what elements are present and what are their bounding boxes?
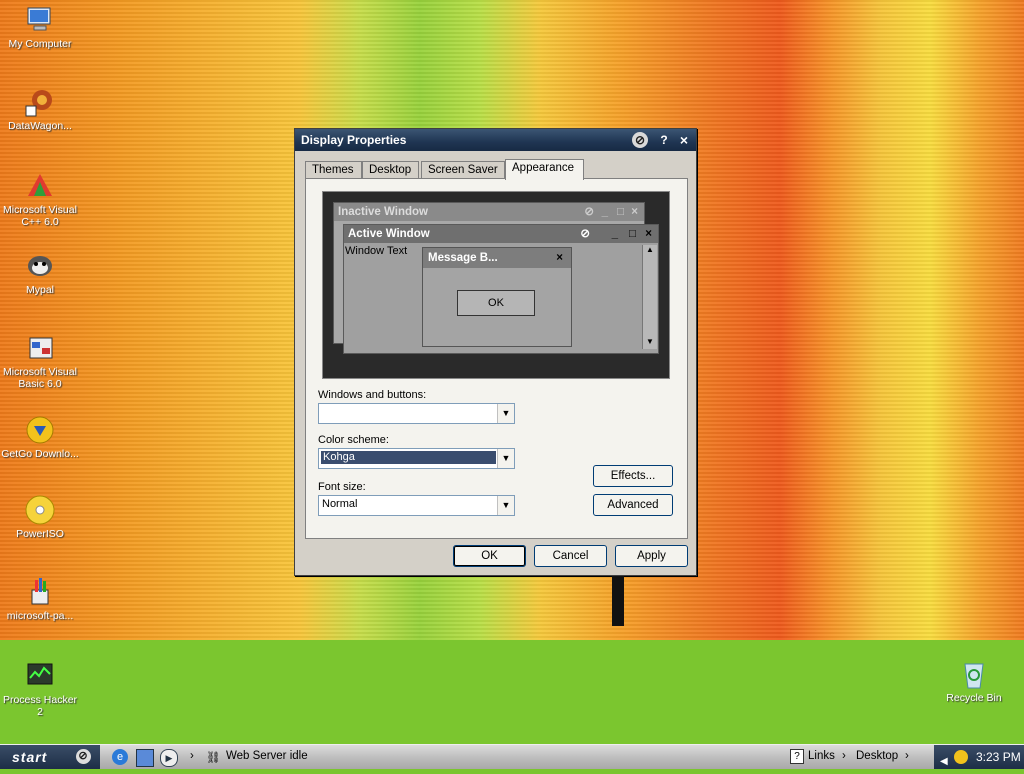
appearance-preview: Inactive Window ⊘ _ □ × Active Window ⊘ … (322, 191, 670, 379)
tab-desktop[interactable]: Desktop (362, 161, 419, 179)
preview-active-titlebar: Active Window ⊘ _ □ × (344, 225, 658, 243)
desktop-lower-band (0, 640, 1024, 744)
chevron-right-icon: › (842, 750, 846, 762)
process-hacker-icon (27, 663, 53, 685)
clock[interactable]: 3:23 PM (976, 745, 1021, 769)
chevron-right-icon: › (905, 750, 909, 762)
desktop-icon-microsoft-paint[interactable]: microsoft-pa... (0, 576, 80, 622)
windows-buttons-label: Windows and buttons: (318, 389, 427, 401)
theme-orb-icon: ⊘ (584, 206, 594, 218)
help-icon[interactable]: ? (790, 749, 804, 764)
maximize-icon: □ (629, 228, 636, 240)
display-properties-dialog: Display Properties ⊘ ? × Themes Desktop … (294, 128, 697, 576)
links-toolbar[interactable]: Links (808, 750, 835, 762)
datawagon-shortcut-icon (25, 90, 52, 117)
scroll-up-icon: ▲ (646, 245, 654, 254)
internet-explorer-icon[interactable]: e (112, 749, 128, 765)
desktop-icon-my-computer[interactable]: My Computer (0, 4, 80, 50)
system-tray: ◀ 3:23 PM (934, 745, 1024, 769)
maximize-icon: □ (617, 206, 624, 218)
theme-orb-icon: ⊘ (76, 749, 91, 764)
color-scheme-label: Color scheme: (318, 434, 389, 446)
desktop-icon-recycle-bin[interactable]: Recycle Bin (934, 658, 1014, 704)
recycle-bin-icon (964, 663, 984, 689)
visual-cpp-icon (28, 174, 52, 196)
paint-brushes-icon (31, 578, 49, 605)
start-button[interactable]: start ⊘ (0, 745, 100, 769)
media-player-icon[interactable]: ▶ (160, 749, 178, 767)
preview-scrollbar: ▲ ▼ (642, 245, 657, 349)
tab-screen-saver[interactable]: Screen Saver (421, 161, 505, 179)
close-icon: × (631, 206, 638, 218)
apply-button[interactable]: Apply (615, 545, 688, 567)
visual-basic-icon (29, 337, 53, 359)
appearance-panel: Inactive Window ⊘ _ □ × Active Window ⊘ … (305, 178, 688, 539)
minimize-icon: _ (611, 228, 618, 240)
help-button[interactable]: ? (656, 132, 672, 148)
scroll-down-icon: ▼ (646, 337, 654, 346)
message-box-titlebar: Message B... × (423, 248, 571, 268)
desktop-icon-poweriso[interactable]: PowerISO (0, 494, 80, 540)
preview-active-window: Active Window ⊘ _ □ × Window Text ▲ ▼ Me… (343, 224, 659, 354)
minimize-icon: _ (601, 206, 608, 218)
tray-chevron-icon[interactable]: ◀ (940, 750, 948, 774)
color-scheme-select[interactable]: Kohga ▼ (318, 448, 515, 469)
desktop-icon-getgo[interactable]: GetGo Downlo... (0, 414, 80, 460)
desktop-icon-visual-cpp[interactable]: Microsoft Visual C++ 6.0 (0, 170, 80, 228)
desktop-icon-datawagon[interactable]: DataWagon... (0, 86, 80, 132)
desktop-icon-process-hacker[interactable]: Process Hacker 2 (0, 660, 80, 718)
dialog-titlebar[interactable]: Display Properties ⊘ ? × (295, 129, 696, 151)
theme-orb-icon: ⊘ (580, 228, 590, 240)
desktop-icon-mypal[interactable]: Mypal (0, 250, 80, 296)
quick-launch-chevron-icon[interactable]: › (190, 750, 194, 762)
tab-themes[interactable]: Themes (305, 161, 362, 179)
preview-window-text: Window Text (345, 245, 408, 257)
close-button[interactable]: × (676, 132, 692, 148)
desktop-icon-visual-basic[interactable]: Microsoft Visual Basic 6.0 (0, 332, 80, 390)
show-desktop-icon[interactable] (136, 749, 154, 767)
taskbar-task-web-server[interactable]: Web Server idle (226, 750, 308, 762)
close-icon: × (556, 252, 563, 264)
mypal-raccoon-icon (28, 256, 52, 276)
preview-message-box: Message B... × OK (422, 247, 572, 347)
preview-inactive-titlebar: Inactive Window ⊘ _ □ × (334, 203, 644, 221)
computer-icon (27, 7, 51, 31)
font-size-label: Font size: (318, 481, 366, 493)
advanced-button[interactable]: Advanced (593, 494, 673, 516)
chevron-down-icon: ▼ (497, 449, 514, 468)
desktop-toolbar[interactable]: Desktop (856, 750, 898, 762)
getgo-download-icon (26, 416, 54, 444)
taskbar: start ⊘ e ▶ › ⛓ Web Server idle ? Links … (0, 744, 1024, 769)
windows-buttons-select[interactable]: ▼ (318, 403, 515, 424)
getgo-tray-icon[interactable] (954, 750, 968, 764)
chevron-down-icon: ▼ (497, 404, 514, 423)
theme-orb-icon: ⊘ (632, 132, 648, 148)
message-box-ok-button: OK (457, 290, 535, 316)
disc-icon (25, 495, 55, 525)
close-icon: × (645, 228, 652, 240)
tab-appearance[interactable]: Appearance (505, 159, 584, 180)
network-icon: ⛓ (206, 752, 221, 764)
effects-button[interactable]: Effects... (593, 465, 673, 487)
chevron-down-icon: ▼ (497, 496, 514, 515)
ok-button[interactable]: OK (453, 545, 526, 567)
dialog-title: Display Properties (301, 133, 407, 147)
font-size-select[interactable]: Normal ▼ (318, 495, 515, 516)
cancel-button[interactable]: Cancel (534, 545, 607, 567)
